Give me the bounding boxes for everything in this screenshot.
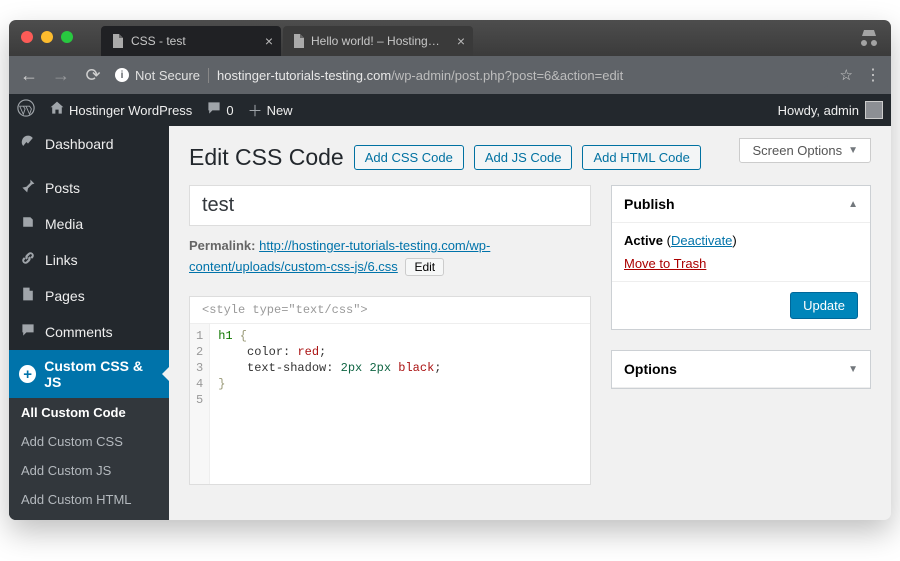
- close-tab-icon[interactable]: ×: [265, 33, 273, 49]
- main-content: Screen Options ▼ Edit CSS Code Add CSS C…: [169, 126, 891, 520]
- not-secure-label: Not Secure: [135, 68, 209, 83]
- add-css-button[interactable]: Add CSS Code: [354, 145, 464, 170]
- howdy-link[interactable]: Howdy, admin: [778, 103, 859, 118]
- menu-pages[interactable]: Pages: [9, 278, 169, 314]
- publish-head[interactable]: Publish ▲: [612, 186, 870, 223]
- pin-icon: [19, 178, 37, 198]
- bookmark-icon[interactable]: ☆: [840, 66, 853, 84]
- browser-tabbar: CSS - test × Hello world! – Hostinger Wo…: [9, 20, 891, 56]
- trash-link[interactable]: Move to Trash: [624, 256, 706, 271]
- title-input[interactable]: [189, 185, 591, 226]
- forward-button[interactable]: →: [51, 65, 71, 86]
- wp-admin-bar: Hostinger WordPress 0 ＋ New Howdy, admin: [9, 94, 891, 126]
- add-html-button[interactable]: Add HTML Code: [582, 145, 700, 170]
- code-area[interactable]: 1 2 3 4 5 h1 { color: red; text-shadow: …: [190, 324, 590, 484]
- menu-icon[interactable]: ⋮: [865, 65, 881, 85]
- plus-icon: ＋: [248, 100, 263, 121]
- browser-tab-active[interactable]: CSS - test ×: [101, 26, 281, 56]
- edit-permalink-button[interactable]: Edit: [405, 258, 444, 276]
- gutter: 1 2 3 4 5: [190, 324, 210, 484]
- submenu-all-code[interactable]: All Custom Code: [9, 398, 169, 427]
- dashboard-icon: [19, 134, 37, 154]
- maximize-window-button[interactable]: [61, 31, 73, 43]
- tab-title: Hello world! – Hostinger WordP: [311, 34, 445, 48]
- menu-links[interactable]: Links: [9, 242, 169, 278]
- link-icon: [19, 250, 37, 270]
- comment-icon: [206, 100, 222, 120]
- site-link[interactable]: Hostinger WordPress: [49, 100, 192, 120]
- window-controls: [21, 31, 73, 43]
- comments-link[interactable]: 0: [206, 100, 233, 120]
- avatar[interactable]: [865, 101, 883, 119]
- add-js-button[interactable]: Add JS Code: [474, 145, 573, 170]
- screen-options-button[interactable]: Screen Options ▼: [739, 138, 871, 163]
- page-title: Edit CSS Code: [189, 144, 344, 171]
- browser-urlbar: ← → ⟳ i Not Secure hostinger-tutorials-t…: [9, 56, 891, 94]
- minimize-window-button[interactable]: [41, 31, 53, 43]
- chevron-up-icon: ▲: [848, 199, 858, 210]
- media-icon: [19, 214, 37, 234]
- options-box: Options ▼: [611, 350, 871, 389]
- code-editor: <style type="text/css"> 1 2 3 4 5 h1 { c…: [189, 296, 591, 485]
- permalink-label: Permalink:: [189, 238, 255, 253]
- status-label: Active: [624, 233, 663, 248]
- publish-box: Publish ▲ Active (Deactivate) Move to Tr…: [611, 185, 871, 330]
- submenu-add-css[interactable]: Add Custom CSS: [9, 427, 169, 456]
- browser-tab[interactable]: Hello world! – Hostinger WordP ×: [283, 26, 473, 56]
- menu-media[interactable]: Media: [9, 206, 169, 242]
- file-icon: [293, 34, 305, 48]
- menu-comments[interactable]: Comments: [9, 314, 169, 350]
- plus-circle-icon: +: [19, 365, 36, 383]
- options-head[interactable]: Options ▼: [612, 351, 870, 388]
- menu-custom-css-js[interactable]: + Custom CSS & JS: [9, 350, 169, 398]
- permalink-row: Permalink: http://hostinger-tutorials-te…: [189, 236, 591, 278]
- url-host: hostinger-tutorials-testing.com: [217, 68, 391, 83]
- address-bar[interactable]: i Not Secure hostinger-tutorials-testing…: [115, 62, 828, 88]
- close-tab-icon[interactable]: ×: [457, 33, 465, 49]
- home-icon: [49, 100, 65, 120]
- admin-sidebar: Dashboard Posts Media Links Pages Comm: [9, 126, 169, 520]
- tab-title: CSS - test: [131, 34, 186, 48]
- editor-head: <style type="text/css">: [190, 297, 590, 324]
- site-info-icon[interactable]: i: [115, 68, 129, 82]
- wordpress-icon[interactable]: [17, 99, 35, 121]
- code-text[interactable]: h1 { color: red; text-shadow: 2px 2px bl…: [210, 324, 449, 484]
- url-path: /wp-admin/post.php?post=6&action=edit: [391, 68, 623, 83]
- file-icon: [111, 34, 125, 48]
- incognito-icon: [859, 28, 879, 51]
- chevron-down-icon: ▼: [848, 364, 858, 375]
- submenu-settings[interactable]: Settings: [9, 514, 169, 520]
- submenu-add-js[interactable]: Add Custom JS: [9, 456, 169, 485]
- close-window-button[interactable]: [21, 31, 33, 43]
- menu-posts[interactable]: Posts: [9, 170, 169, 206]
- reload-button[interactable]: ⟳: [83, 65, 103, 86]
- back-button[interactable]: ←: [19, 65, 39, 86]
- menu-dashboard[interactable]: Dashboard: [9, 126, 169, 162]
- new-link[interactable]: ＋ New: [248, 100, 293, 121]
- page-icon: [19, 286, 37, 306]
- submenu: All Custom Code Add Custom CSS Add Custo…: [9, 398, 169, 520]
- submenu-add-html[interactable]: Add Custom HTML: [9, 485, 169, 514]
- chevron-down-icon: ▼: [848, 145, 858, 156]
- update-button[interactable]: Update: [790, 292, 858, 319]
- deactivate-link[interactable]: Deactivate: [671, 233, 732, 248]
- comment-icon: [19, 322, 37, 342]
